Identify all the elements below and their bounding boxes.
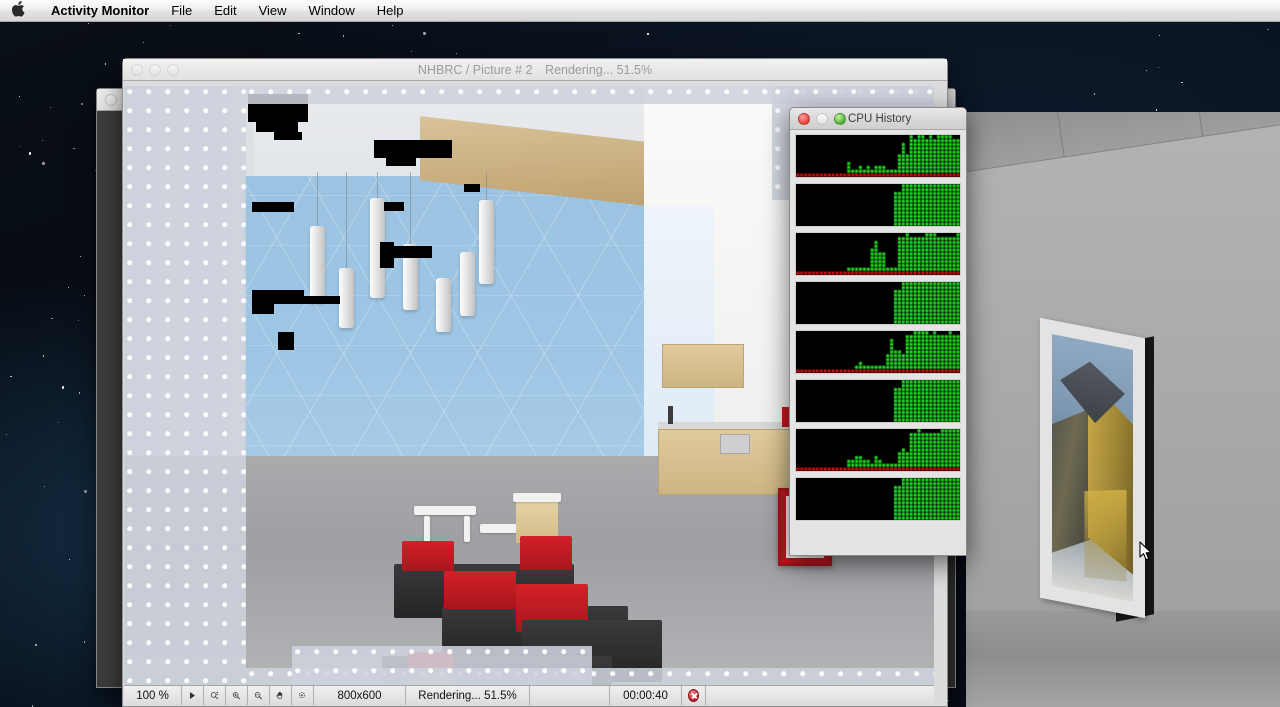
zoom-button[interactable] [834,112,846,125]
zoom-in-icon[interactable] [226,686,248,705]
menu-item-file[interactable]: File [160,0,203,22]
close-button[interactable] [798,112,810,125]
render-window-titlebar[interactable]: NHBRC / Picture # 2 Rendering... 51.5% [123,59,947,81]
toolbar-filler [706,686,934,705]
zoom-out-icon[interactable] [248,686,270,705]
menu-item-help[interactable]: Help [366,0,415,22]
cpu-core-graph [795,183,961,227]
apple-menu-icon[interactable] [11,0,26,20]
resolution-label: 800x600 [314,686,406,705]
menu-item-edit[interactable]: Edit [203,0,247,22]
zoom-level-label: 100 % [124,686,182,705]
mouse-cursor [1139,541,1153,562]
minimize-button[interactable] [149,63,161,76]
close-button[interactable] [131,63,143,76]
menu-item-view[interactable]: View [248,0,298,22]
pan-hand-icon[interactable] [270,686,292,705]
zoom-button[interactable] [167,63,179,76]
stop-render-button[interactable] [682,686,706,705]
menubar[interactable]: Activity Monitor File Edit View Window H… [0,0,1280,22]
zoom-plusminus-icon[interactable] [204,686,226,705]
cpu-core-graph [795,330,961,374]
render-status-label: Rendering... 51.5% [406,686,530,705]
poster-artwork [1052,334,1133,602]
background-window-lights[interactable] [97,93,117,106]
elapsed-time-label: 00:00:40 [610,686,682,705]
cpu-graph-list [790,130,966,526]
cpu-core-graph [795,428,961,472]
right-scene-render [966,112,1280,707]
cpu-core-graph [795,232,961,276]
minimize-button[interactable] [816,112,828,125]
cpu-history-window[interactable]: CPU History [789,107,967,556]
cpu-core-graph [795,379,961,423]
render-window-lights[interactable] [123,63,179,76]
wall-floor [966,611,1280,707]
framed-poster [1040,317,1145,619]
wall-band [966,112,1280,176]
cpu-window-lights[interactable] [790,112,846,125]
menu-item-app[interactable]: Activity Monitor [40,0,160,22]
progress-area [530,686,610,705]
render-window-title: NHBRC / Picture # 2 Rendering... 51.5% [417,62,653,77]
cpu-core-graph [795,134,961,178]
cpu-core-graph [795,281,961,325]
fit-to-window-icon[interactable] [292,686,314,705]
cpu-window-title: CPU History [848,112,912,125]
play-triangle-icon[interactable] [182,686,204,705]
screen: NHBRC / Picture # 2 Rendering... 51.5% 1… [0,0,1280,707]
close-button[interactable] [105,93,117,106]
cpu-window-titlebar[interactable]: CPU History [790,108,966,130]
render-toolbar[interactable]: 100 % 800x600 Rendering... 51.5% 00:00:4… [124,685,934,705]
menu-item-window[interactable]: Window [298,0,366,22]
cpu-core-graph [795,477,961,521]
